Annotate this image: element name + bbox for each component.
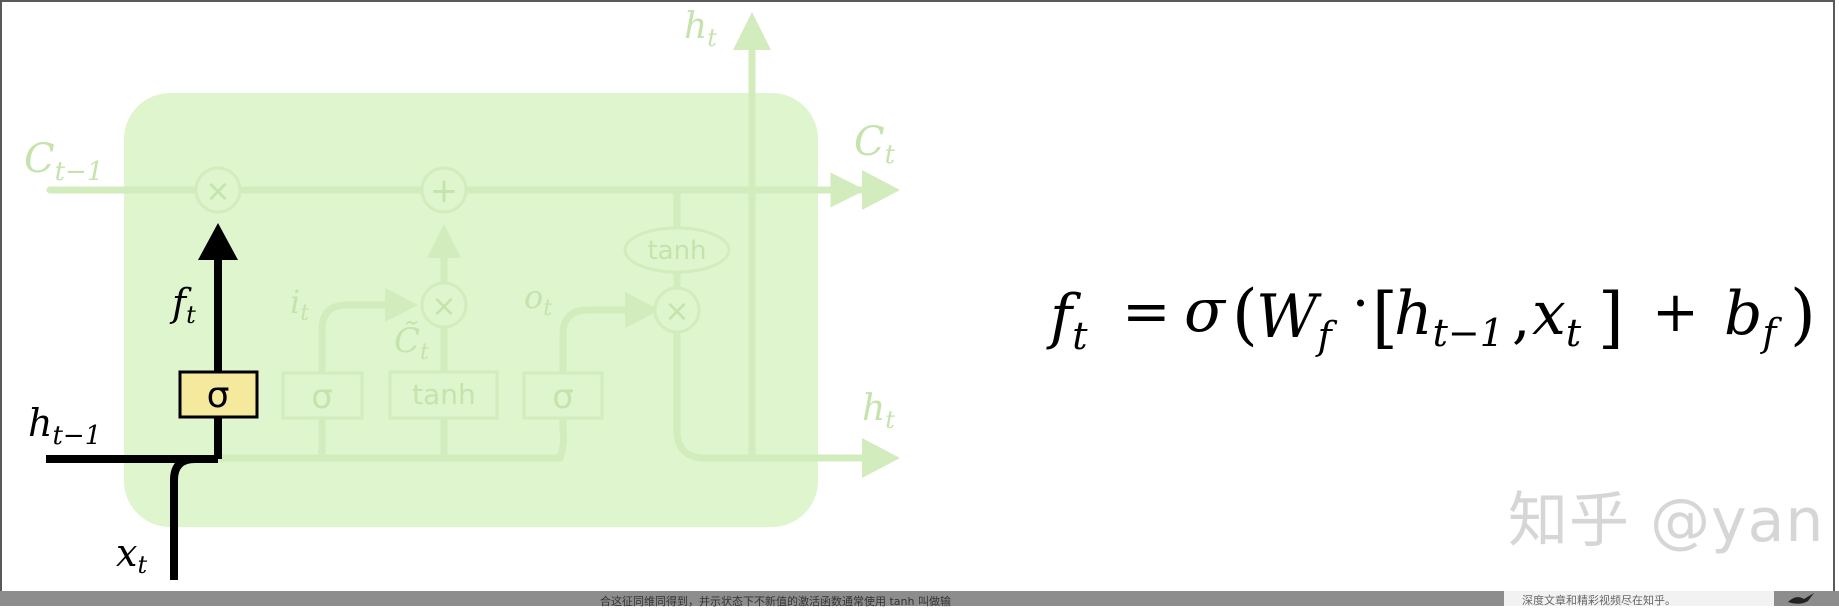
svg-text:+: + <box>1652 280 1699 345</box>
svg-text:bf: bf <box>1724 279 1782 355</box>
svg-text:xt: xt <box>1532 279 1582 355</box>
plus-symbol: + <box>430 171 459 211</box>
svg-text:σ: σ <box>1184 276 1227 346</box>
zhihu-watermark: 知乎 @yan li <box>1508 486 1839 556</box>
output-sigma-label: σ <box>552 377 574 417</box>
screenshot-stage: × + × × tanh σ tanh σ Ct−1 Ct ht ht it o… <box>0 0 1839 608</box>
svg-text:=: = <box>1122 277 1171 345</box>
svg-text:·: · <box>1352 272 1369 335</box>
label-c-prev: Ct−1 <box>24 136 103 187</box>
forget-times-symbol: × <box>205 174 230 209</box>
h-right-arrowhead <box>862 438 900 478</box>
svg-text:): ) <box>1790 276 1816 353</box>
output-times-symbol: × <box>664 294 689 329</box>
label-h-top: ht <box>684 6 717 52</box>
input-sigma-label: σ <box>311 377 333 417</box>
cell-state-arrowhead <box>862 170 900 210</box>
lstm-cell-body <box>124 93 818 527</box>
forget-gate-equation: ft = σ ( Wf · [ ht−1 , xt ] + bf ) <box>1046 272 1816 358</box>
candidate-tanh-label: tanh <box>412 378 476 411</box>
svg-text:(: ( <box>1232 276 1258 353</box>
svg-text:,: , <box>1512 283 1530 351</box>
label-x-t: xt <box>116 531 147 579</box>
svg-text:ft: ft <box>1046 282 1088 358</box>
svg-text:ht−1: ht−1 <box>1394 279 1504 355</box>
label-h-right: ht <box>862 388 895 434</box>
svg-text:Wf: Wf <box>1256 282 1338 358</box>
output-sigma-path <box>556 411 568 462</box>
forget-sigma-label: σ <box>207 375 230 416</box>
input-times-symbol: × <box>431 289 456 324</box>
bird-icon <box>1788 593 1814 604</box>
label-c-t: Ct <box>854 119 896 170</box>
bottom-caption: 合这征同维同得到，并示状态下不新值的激活函数通常使用 tanh 叫做输 <box>600 595 951 608</box>
h-top-arrowhead <box>733 12 771 50</box>
label-h-prev: ht−1 <box>28 401 101 451</box>
tanh-op-label: tanh <box>647 236 706 266</box>
svg-text:]: ] <box>1598 279 1624 356</box>
